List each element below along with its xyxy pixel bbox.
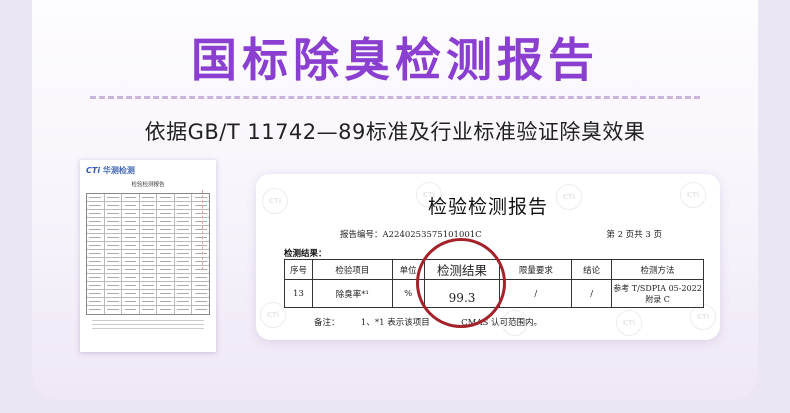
row-method-line: 附录 C [645, 294, 670, 304]
page-subtitle: 依据GB/T 11742—89标准及行业标准验证除臭效果 [144, 120, 646, 144]
cti-logo-mark: CTi [86, 166, 101, 175]
row-number: 13 [284, 279, 313, 308]
page-number: 第 2 页共 3 页 [606, 230, 662, 240]
row-method-line: 参考 T/SDPIA 05-2022 [613, 283, 702, 293]
row-method: 参考 T/SDPIA 05-2022 附录 C [611, 279, 704, 308]
thumbnail-title: 检验检测报告 [131, 182, 165, 188]
thumbnail-seal-mark [202, 190, 212, 270]
remark-label: 备注： [314, 318, 340, 328]
remark-line: 备注： 1、*1 表示该项目 CMAS 认可范围内。 [314, 316, 542, 328]
thumbnail-table [86, 193, 210, 315]
dashed-divider [90, 96, 700, 99]
remark-text: 1、*1 表示该项目 [360, 318, 430, 328]
row-limit: / [499, 279, 573, 308]
row-conclusion: / [571, 279, 613, 308]
cti-logo: CTi 华测检测 [86, 165, 210, 176]
results-label: 检测结果： [284, 249, 327, 259]
watermark-icon: CTi [616, 310, 642, 336]
report-thumbnail: CTi 华测检测 检验检测报告 [80, 160, 216, 352]
row-item: 除臭率*¹ [311, 279, 393, 308]
page-title: 国标除臭检测报告 [191, 33, 599, 87]
report-title: 检验检测报告 [427, 196, 548, 218]
thumbnail-notes [86, 320, 210, 338]
column-header: 检验项目 [311, 259, 393, 280]
column-header: 检测方法 [611, 259, 704, 280]
watermark-icon: CTi [260, 302, 286, 328]
column-header: 结论 [571, 259, 613, 280]
cti-logo-text: 华测检测 [102, 166, 135, 175]
highlight-circle [416, 238, 506, 328]
report-zoom-panel: CTi CTi CTi CTi CTi CTi CTi CTi 检验检测报告 报… [256, 174, 720, 340]
column-header: 序号 [284, 259, 313, 280]
column-header: 限量要求 [499, 259, 573, 280]
